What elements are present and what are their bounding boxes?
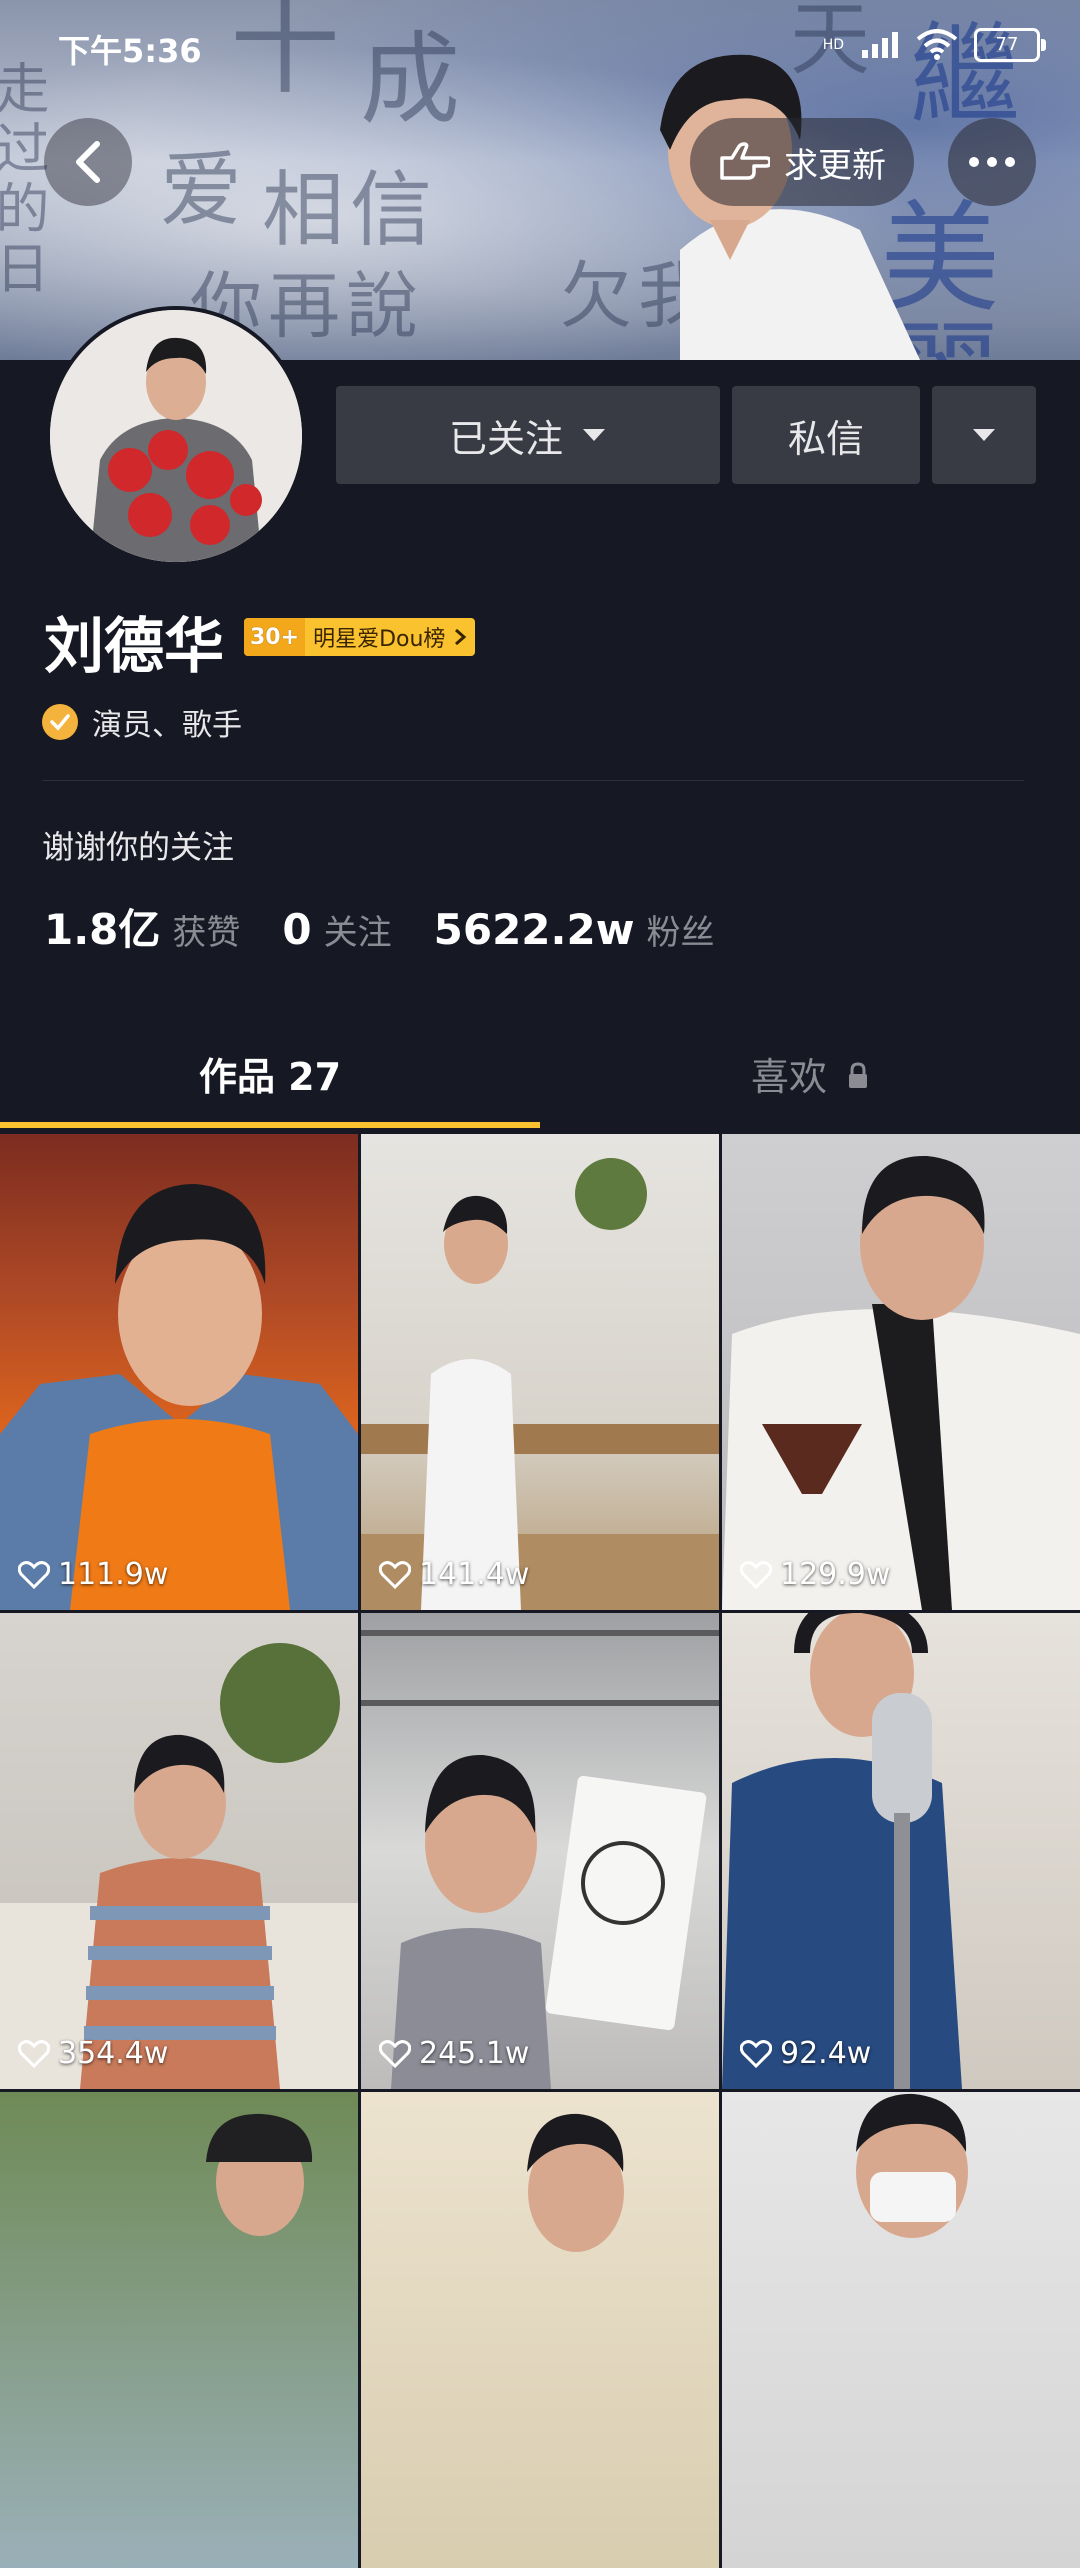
following-label[interactable]: 关注 (324, 905, 392, 954)
tab-works[interactable]: 作品 27 (0, 1046, 540, 1101)
heart-icon (379, 1560, 411, 1589)
avatar-image (50, 310, 302, 562)
video-likes-count: 354.4w (58, 2036, 169, 2071)
heart-icon (18, 2039, 50, 2068)
video-thumbnail (361, 1630, 719, 2089)
avatar[interactable] (46, 306, 306, 566)
profile-name: 刘德华 (44, 612, 224, 682)
back-arrow-icon (76, 141, 100, 183)
video-tile[interactable] (361, 2092, 719, 2568)
video-thumbnail (0, 1184, 358, 1610)
video-likes: 92.4w (740, 2036, 871, 2071)
video-tile[interactable] (722, 2092, 1080, 2568)
video-likes: 129.9w (740, 1557, 890, 1592)
tab-indicator (0, 1122, 540, 1128)
verified-row: 演员、歌手 (42, 700, 242, 744)
hand-pointer-icon (720, 142, 770, 180)
video-likes: 354.4w (18, 2036, 168, 2071)
video-likes: 245.1w (379, 2036, 529, 2071)
request-update-button[interactable]: 求更新 (690, 118, 914, 206)
more-options-button[interactable] (948, 118, 1036, 206)
fans-label[interactable]: 粉丝 (647, 905, 715, 954)
rank-number: 30+ (244, 618, 306, 656)
heart-icon (18, 1560, 50, 1589)
recommend-dropdown-button[interactable] (932, 386, 1036, 484)
video-tile[interactable]: 92.4w (722, 1613, 1080, 2089)
video-thumbnail (722, 1155, 1080, 1610)
banner-text: 相信 (262, 163, 439, 258)
video-tile[interactable]: 141.4w (361, 1134, 719, 1610)
follow-status-label: 已关注 (448, 416, 563, 461)
video-tile[interactable]: 354.4w (0, 1613, 358, 2089)
message-label: 私信 (787, 416, 864, 461)
status-icons: HD 77 (822, 28, 1046, 62)
more-dots-icon (969, 157, 1015, 167)
back-button[interactable] (44, 118, 132, 206)
divider (42, 780, 1024, 781)
chevron-right-icon (455, 628, 467, 646)
status-time: 下午5:36 (58, 32, 202, 70)
signal-icon (862, 32, 898, 58)
heart-icon (740, 2039, 772, 2068)
likes-count: 1.8亿 (44, 905, 161, 954)
rank-label: 明星爱Dou榜 (313, 627, 446, 652)
hd-label: HD (822, 37, 844, 53)
fans-count[interactable]: 5622.2w (434, 905, 635, 954)
caret-down-icon (973, 429, 995, 441)
video-likes-count: 92.4w (780, 2036, 872, 2071)
stats-row: 1.8亿 获赞 0 关注 5622.2w 粉丝 (44, 896, 757, 957)
video-tile[interactable]: 129.9w (722, 1134, 1080, 1610)
status-bar: 下午5:36 HD 77 (0, 0, 1080, 90)
video-likes-count: 141.4w (419, 1557, 530, 1592)
following-count[interactable]: 0 (282, 905, 311, 954)
video-thumbnail (206, 2113, 313, 2236)
message-button[interactable]: 私信 (732, 386, 920, 484)
caret-down-icon (583, 429, 605, 441)
video-thumbnail (361, 1158, 719, 1610)
video-tile[interactable] (0, 2092, 358, 2568)
video-thumbnail (722, 1613, 962, 2089)
bio: 谢谢你的关注 (42, 828, 235, 866)
battery-icon: 77 (974, 28, 1046, 62)
banner-text: 爱 (160, 143, 249, 238)
request-update-label: 求更新 (784, 145, 886, 186)
video-thumbnail (0, 1643, 358, 2089)
video-tile[interactable]: 111.9w (0, 1134, 358, 1610)
video-likes-count: 129.9w (780, 1557, 891, 1592)
banner-text: 走过的日 (0, 60, 49, 300)
heart-icon (740, 1560, 772, 1589)
follow-status-button[interactable]: 已关注 (336, 386, 720, 484)
video-likes-count: 245.1w (419, 2036, 530, 2071)
tab-liked[interactable]: 喜欢 (540, 1046, 1080, 1101)
tab-liked-label: 喜欢 (750, 1055, 827, 1099)
heart-icon (379, 2039, 411, 2068)
video-likes-count: 111.9w (58, 1557, 169, 1592)
verified-label: 演员、歌手 (92, 708, 242, 743)
verified-check-icon (42, 704, 78, 740)
rank-badge[interactable]: 30+ 明星爱Dou榜 (244, 618, 476, 656)
video-thumbnail (527, 2113, 624, 2252)
video-thumbnail (856, 2093, 968, 2238)
lock-icon (849, 1062, 868, 1088)
likes-label: 获赞 (172, 913, 241, 953)
video-likes: 111.9w (18, 1557, 168, 1592)
video-tile[interactable]: 245.1w (361, 1613, 719, 2089)
video-likes: 141.4w (379, 1557, 529, 1592)
wifi-icon (916, 29, 958, 60)
